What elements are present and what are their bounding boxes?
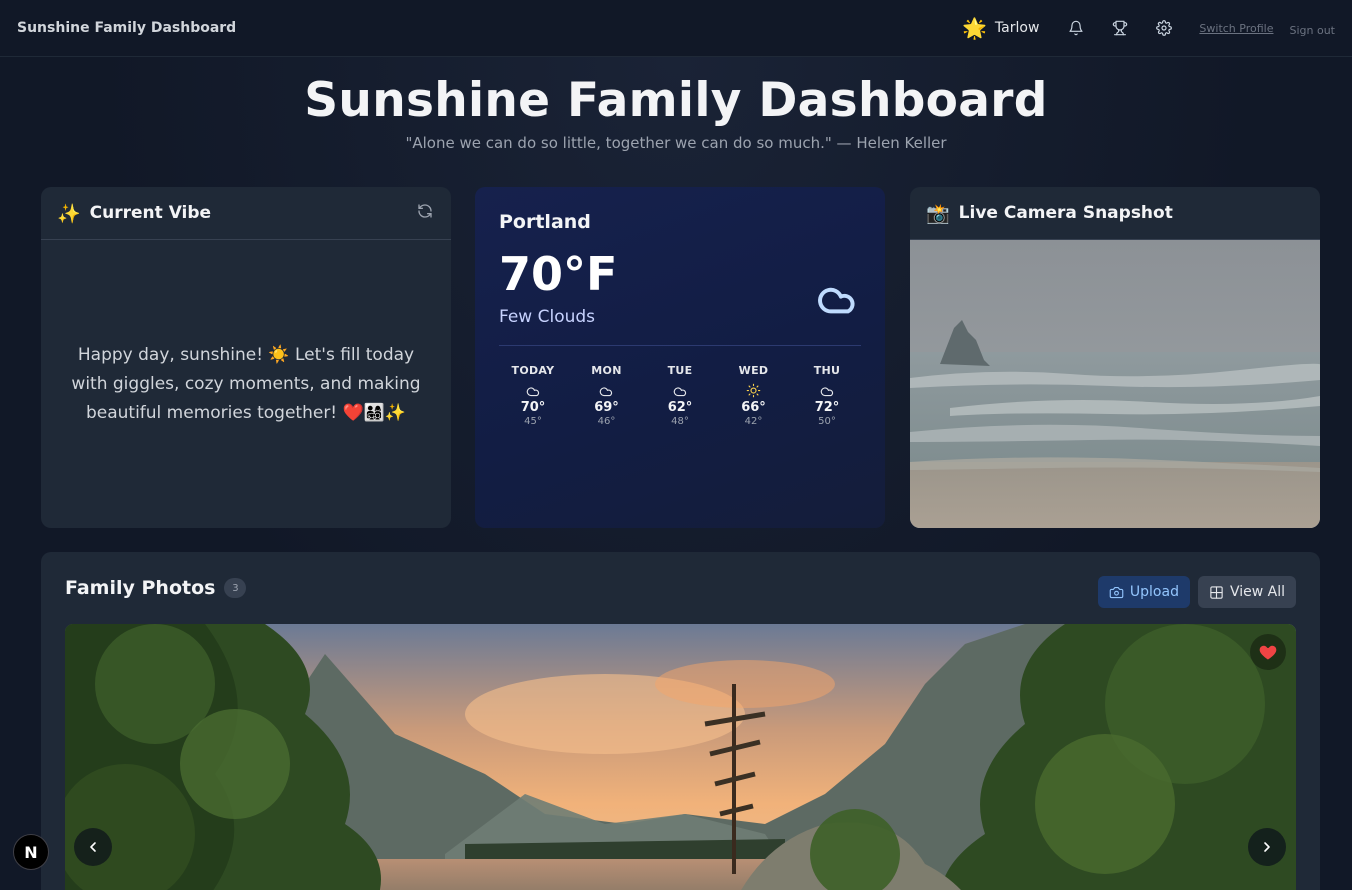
- forecast-day-label: TODAY: [511, 364, 555, 377]
- weather-card: Portland 70°F Few Clouds TODAY 70° 45° M…: [475, 187, 885, 528]
- bell-icon[interactable]: [1067, 19, 1085, 37]
- cloud-icon: [573, 381, 641, 399]
- cloud-icon: [793, 381, 861, 399]
- gear-icon[interactable]: [1155, 19, 1173, 37]
- weather-condition: Few Clouds: [499, 307, 596, 327]
- forecast-day-label: TUE: [667, 364, 693, 377]
- photos-title: Family Photos: [65, 577, 216, 599]
- card-title: 📸 Live Camera Snapshot: [926, 202, 1173, 225]
- weather-city: Portland: [499, 211, 591, 233]
- forecast-high: 69°: [594, 400, 619, 415]
- camera-flash-icon: 📸: [926, 202, 950, 225]
- forecast-low: 46°: [597, 416, 616, 427]
- dashboard-main: Sunshine Family Dashboard "Alone we can …: [0, 57, 1352, 890]
- forecast-high: 62°: [667, 400, 693, 415]
- top-nav-actions: 🌟 Tarlow Switch Profile Sign out: [962, 0, 1335, 57]
- camera-icon: [1109, 586, 1124, 598]
- chevron-left-icon: [90, 842, 96, 852]
- sun-icon: [720, 381, 788, 399]
- nextjs-dev-badge[interactable]: N: [13, 834, 49, 870]
- cloud-icon: [815, 279, 861, 315]
- forecast-day: TODAY 70° 45°: [499, 364, 567, 427]
- previous-photo-button[interactable]: [74, 828, 112, 866]
- page-title: Sunshine Family Dashboard: [304, 73, 1048, 128]
- favorite-heart-button[interactable]: [1250, 634, 1286, 670]
- user-profile[interactable]: 🌟 Tarlow: [962, 16, 1039, 40]
- switch-profile-link[interactable]: Switch Profile: [1199, 22, 1273, 35]
- forecast-day-label: THU: [813, 364, 841, 377]
- weather-temperature: 70°F: [499, 247, 618, 301]
- vibe-message: Happy day, sunshine! ☀️ Let's fill today…: [71, 344, 421, 423]
- view-all-label: View All: [1229, 584, 1285, 600]
- trophy-icon[interactable]: [1111, 19, 1129, 37]
- chevron-right-icon: [1264, 842, 1270, 852]
- forecast-day: MON 69° 46°: [573, 364, 641, 427]
- family-photos-section: Family Photos 3 Upload View All: [41, 552, 1320, 890]
- forecast-day-label: MON: [591, 364, 622, 377]
- photos-header: Family Photos 3: [65, 577, 247, 599]
- grid-icon: [1210, 585, 1223, 599]
- forecast-low: 45°: [524, 416, 542, 427]
- forecast-day: WED 66° 42°: [720, 364, 788, 427]
- page-quote: "Alone we can do so little, together we …: [405, 134, 947, 152]
- forecast-high: 70°: [520, 400, 546, 415]
- forecast-high: 72°: [814, 400, 840, 415]
- weather-divider: [499, 345, 861, 346]
- cloud-icon: [499, 381, 567, 399]
- user-name: Tarlow: [994, 20, 1040, 36]
- sparkles-icon: ✨: [57, 202, 81, 225]
- heart-icon: [1259, 645, 1277, 660]
- weather-forecast: TODAY 70° 45° MON 69° 46° TUE 62° 48° WE…: [499, 364, 861, 427]
- forecast-low: 48°: [671, 416, 689, 427]
- forecast-low: 50°: [818, 416, 836, 427]
- camera-snapshot-image[interactable]: [910, 240, 1320, 528]
- view-all-button[interactable]: View All: [1197, 576, 1296, 608]
- cloud-icon: [646, 381, 714, 399]
- photo-count-badge: 3: [224, 578, 247, 598]
- user-avatar-emoji: 🌟: [962, 16, 987, 40]
- live-camera-title: Live Camera Snapshot: [958, 203, 1173, 223]
- forecast-high: 66°: [741, 400, 766, 415]
- refresh-icon[interactable]: [417, 203, 433, 223]
- forecast-day-label: WED: [738, 364, 769, 377]
- card-header: ✨ Current Vibe: [41, 187, 451, 240]
- live-camera-card: 📸 Live Camera Snapshot: [910, 187, 1320, 528]
- forecast-day: THU 72° 50°: [793, 364, 861, 427]
- sign-out-button[interactable]: Sign out: [1289, 24, 1335, 37]
- upload-label: Upload: [1129, 584, 1179, 600]
- family-photo-image: [65, 624, 1296, 890]
- brand-name[interactable]: Sunshine Family Dashboard: [17, 20, 236, 36]
- photos-actions: Upload View All: [1097, 576, 1296, 608]
- card-title: ✨ Current Vibe: [57, 202, 211, 225]
- upload-button[interactable]: Upload: [1097, 576, 1190, 608]
- top-nav-bar: Sunshine Family Dashboard 🌟 Tarlow Switc…: [0, 0, 1352, 57]
- card-header: 📸 Live Camera Snapshot: [910, 187, 1320, 240]
- forecast-day: TUE 62° 48°: [646, 364, 714, 427]
- next-photo-button[interactable]: [1248, 828, 1286, 866]
- photo-carousel[interactable]: [65, 624, 1296, 890]
- current-vibe-card: ✨ Current Vibe Happy day, sunshine! ☀️ L…: [41, 187, 451, 528]
- current-vibe-title: Current Vibe: [89, 203, 212, 223]
- forecast-low: 42°: [744, 416, 763, 427]
